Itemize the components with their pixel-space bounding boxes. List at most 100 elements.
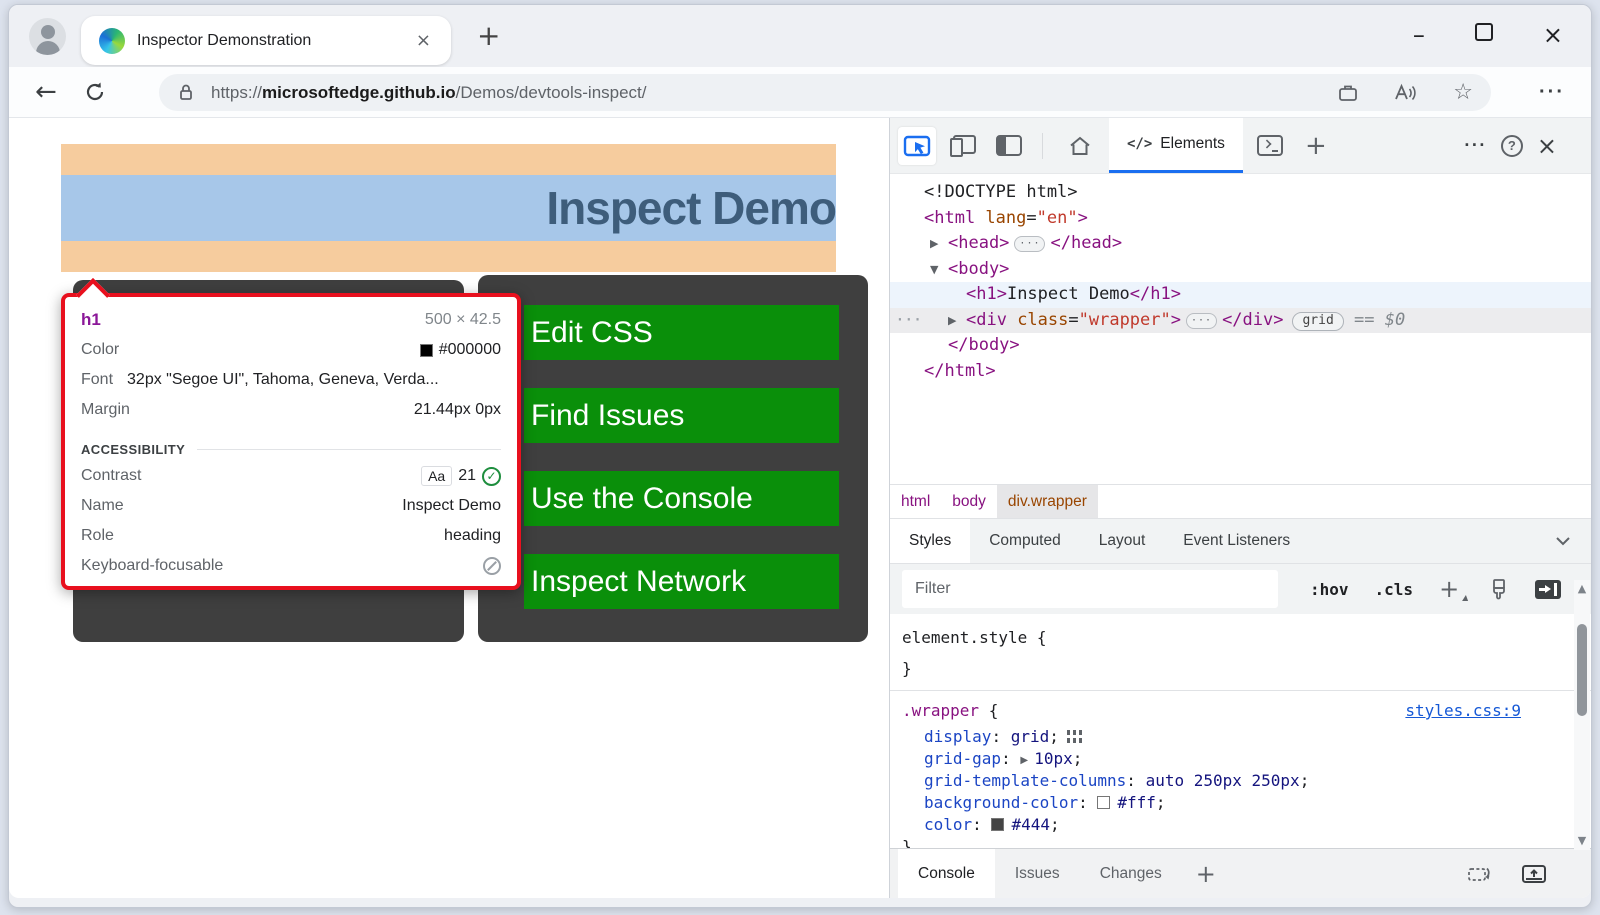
devtools-toolbar: </> Elements + ··· ? ×	[890, 118, 1591, 174]
tab-elements[interactable]: </> Elements	[1109, 118, 1243, 173]
back-button[interactable]: ←	[35, 77, 57, 107]
punctuation: ;	[1300, 771, 1310, 790]
css-property-name[interactable]: grid-template-columns	[924, 771, 1126, 790]
expand-arrow-icon[interactable]: ▶	[948, 308, 961, 334]
devtools-close-button[interactable]: ×	[1537, 132, 1557, 160]
color-swatch[interactable]	[1097, 796, 1110, 809]
dom-tree-line[interactable]: </html>	[890, 359, 1591, 385]
dom-tree-line[interactable]: ···▶<div class="wrapper">···</div>grid =…	[890, 308, 1591, 334]
panel-layout-button[interactable]	[990, 127, 1028, 165]
css-property-value[interactable]: #fff	[1117, 793, 1156, 812]
restart-frame-icon[interactable]	[1467, 864, 1495, 884]
toggle-class-button[interactable]: .cls	[1375, 580, 1414, 599]
scrollbar-track[interactable]	[1574, 598, 1590, 832]
tab-close-icon[interactable]: ×	[410, 28, 437, 53]
drawer-tab-console[interactable]: Console	[898, 849, 995, 898]
expand-arrow-icon[interactable]: ▼	[930, 257, 943, 283]
lock-icon[interactable]	[177, 83, 195, 102]
styles-scrollbar[interactable]: ▲ ▼	[1574, 580, 1590, 850]
read-aloud-icon[interactable]	[1393, 83, 1419, 103]
css-property-value[interactable]: 10px	[1034, 749, 1073, 768]
sidebar-tabs: Styles Computed Layout Event Listeners	[890, 518, 1591, 564]
dom-tree-line[interactable]: ▶<head>···</head>	[890, 231, 1591, 257]
minimize-button[interactable]: –	[1413, 21, 1425, 49]
maximize-button[interactable]	[1475, 21, 1493, 49]
css-declaration[interactable]: color: #444;	[902, 814, 1579, 836]
profile-avatar[interactable]	[29, 18, 66, 55]
favorites-star-icon[interactable]: ☆	[1453, 83, 1473, 103]
expand-shorthand-icon[interactable]: ▶	[1020, 755, 1031, 766]
inspect-element-button[interactable]	[898, 127, 936, 165]
grid-badge[interactable]: grid	[1292, 312, 1343, 331]
toggle-hover-state-button[interactable]: :hov	[1310, 580, 1349, 599]
new-style-rule-button[interactable]: +	[1439, 575, 1459, 603]
dom-tree-line[interactable]: </body>	[890, 333, 1591, 359]
css-property-name[interactable]: grid-gap	[924, 749, 1001, 768]
expand-arrow-icon[interactable]: ▶	[930, 231, 943, 257]
device-emulation-button[interactable]	[944, 127, 982, 165]
css-property-value[interactable]: #444	[1011, 815, 1050, 834]
computed-sidebar-toggle-button[interactable]	[1535, 580, 1561, 599]
rendering-brush-button[interactable]	[1489, 578, 1509, 600]
collapse-sections-button[interactable]	[1555, 519, 1571, 563]
css-property-name[interactable]: display	[924, 727, 991, 746]
work-profile-icon[interactable]	[1337, 83, 1359, 103]
css-property-value[interactable]: auto 250px 250px	[1146, 771, 1300, 790]
page-button[interactable]: Use the Console	[524, 471, 839, 526]
close-button[interactable]: ×	[1543, 21, 1563, 49]
styles-pane: element.style { } styles.css:9 .wrapper …	[890, 614, 1591, 849]
add-panel-button[interactable]: +	[1297, 127, 1335, 165]
drawer-add-tab-button[interactable]: +	[1182, 849, 1230, 898]
url-text[interactable]: https://microsoftedge.github.io/Demos/de…	[211, 83, 647, 103]
new-tab-button[interactable]: +	[471, 19, 506, 52]
dom-tree-line[interactable]: <!DOCTYPE html>	[890, 180, 1591, 206]
color-swatch[interactable]	[991, 818, 1004, 831]
dom-line-menu-icon[interactable]: ···	[896, 308, 922, 334]
refresh-button[interactable]	[83, 80, 107, 104]
margin-highlight-bottom	[61, 241, 836, 272]
breadcrumb-div-wrapper[interactable]: div.wrapper	[997, 485, 1098, 519]
dom-tree-line[interactable]: ▼<body>	[890, 257, 1591, 283]
scrollbar-thumb[interactable]	[1577, 624, 1587, 716]
scroll-down-arrow[interactable]: ▼	[1578, 832, 1586, 850]
element-style-rule[interactable]: element.style { }	[890, 614, 1591, 688]
tab-computed[interactable]: Computed	[970, 519, 1080, 563]
stylesheet-source-link[interactable]: styles.css:9	[1405, 700, 1521, 722]
expand-quick-view-icon[interactable]	[1521, 864, 1547, 884]
browser-menu-button[interactable]: ···	[1539, 81, 1565, 104]
tab-event-listeners[interactable]: Event Listeners	[1164, 519, 1309, 563]
console-panel-button[interactable]	[1251, 127, 1289, 165]
drawer-tab-issues[interactable]: Issues	[995, 849, 1080, 898]
css-declaration[interactable]: grid-template-columns: auto 250px 250px;	[902, 770, 1579, 792]
elements-tab-icon: </>	[1127, 136, 1152, 152]
css-property-value[interactable]: grid	[1011, 727, 1050, 746]
welcome-home-button[interactable]	[1061, 127, 1099, 165]
css-declaration[interactable]: display: grid;	[902, 726, 1579, 748]
drawer-tab-changes[interactable]: Changes	[1080, 849, 1182, 898]
address-bar[interactable]: https://microsoftedge.github.io/Demos/de…	[159, 74, 1491, 111]
browser-tab[interactable]: Inspector Demonstration ×	[81, 16, 451, 65]
devtools-more-button[interactable]: ···	[1464, 135, 1486, 156]
css-property-name[interactable]: background-color	[924, 793, 1078, 812]
collapsed-children-icon[interactable]: ···	[1186, 313, 1217, 329]
avatar-body	[36, 41, 60, 55]
styles-filter-input[interactable]	[902, 570, 1278, 608]
dom-tree-line[interactable]: <h1>Inspect Demo</h1>	[890, 282, 1591, 308]
collapsed-children-icon[interactable]: ···	[1014, 236, 1045, 252]
dom-tree-line[interactable]: <html lang="en">	[890, 206, 1591, 232]
css-declaration[interactable]: background-color: #fff;	[902, 792, 1579, 814]
breadcrumb-body[interactable]: body	[941, 485, 997, 519]
breadcrumb-html[interactable]: html	[890, 485, 941, 519]
page-button[interactable]: Find Issues	[524, 388, 839, 443]
css-declaration[interactable]: grid-gap: ▶ 10px;	[902, 748, 1579, 770]
tab-layout[interactable]: Layout	[1080, 519, 1165, 563]
scroll-up-arrow[interactable]: ▲	[1578, 580, 1586, 598]
tab-styles[interactable]: Styles	[890, 519, 970, 563]
page-button[interactable]: Edit CSS	[524, 305, 839, 360]
dom-token: </html>	[924, 361, 996, 381]
grid-editor-icon[interactable]	[1067, 730, 1082, 743]
devtools-help-button[interactable]: ?	[1501, 135, 1523, 157]
page-button[interactable]: Inspect Network	[524, 554, 839, 609]
rule-selector[interactable]: .wrapper	[902, 701, 979, 720]
css-property-name[interactable]: color	[924, 815, 972, 834]
